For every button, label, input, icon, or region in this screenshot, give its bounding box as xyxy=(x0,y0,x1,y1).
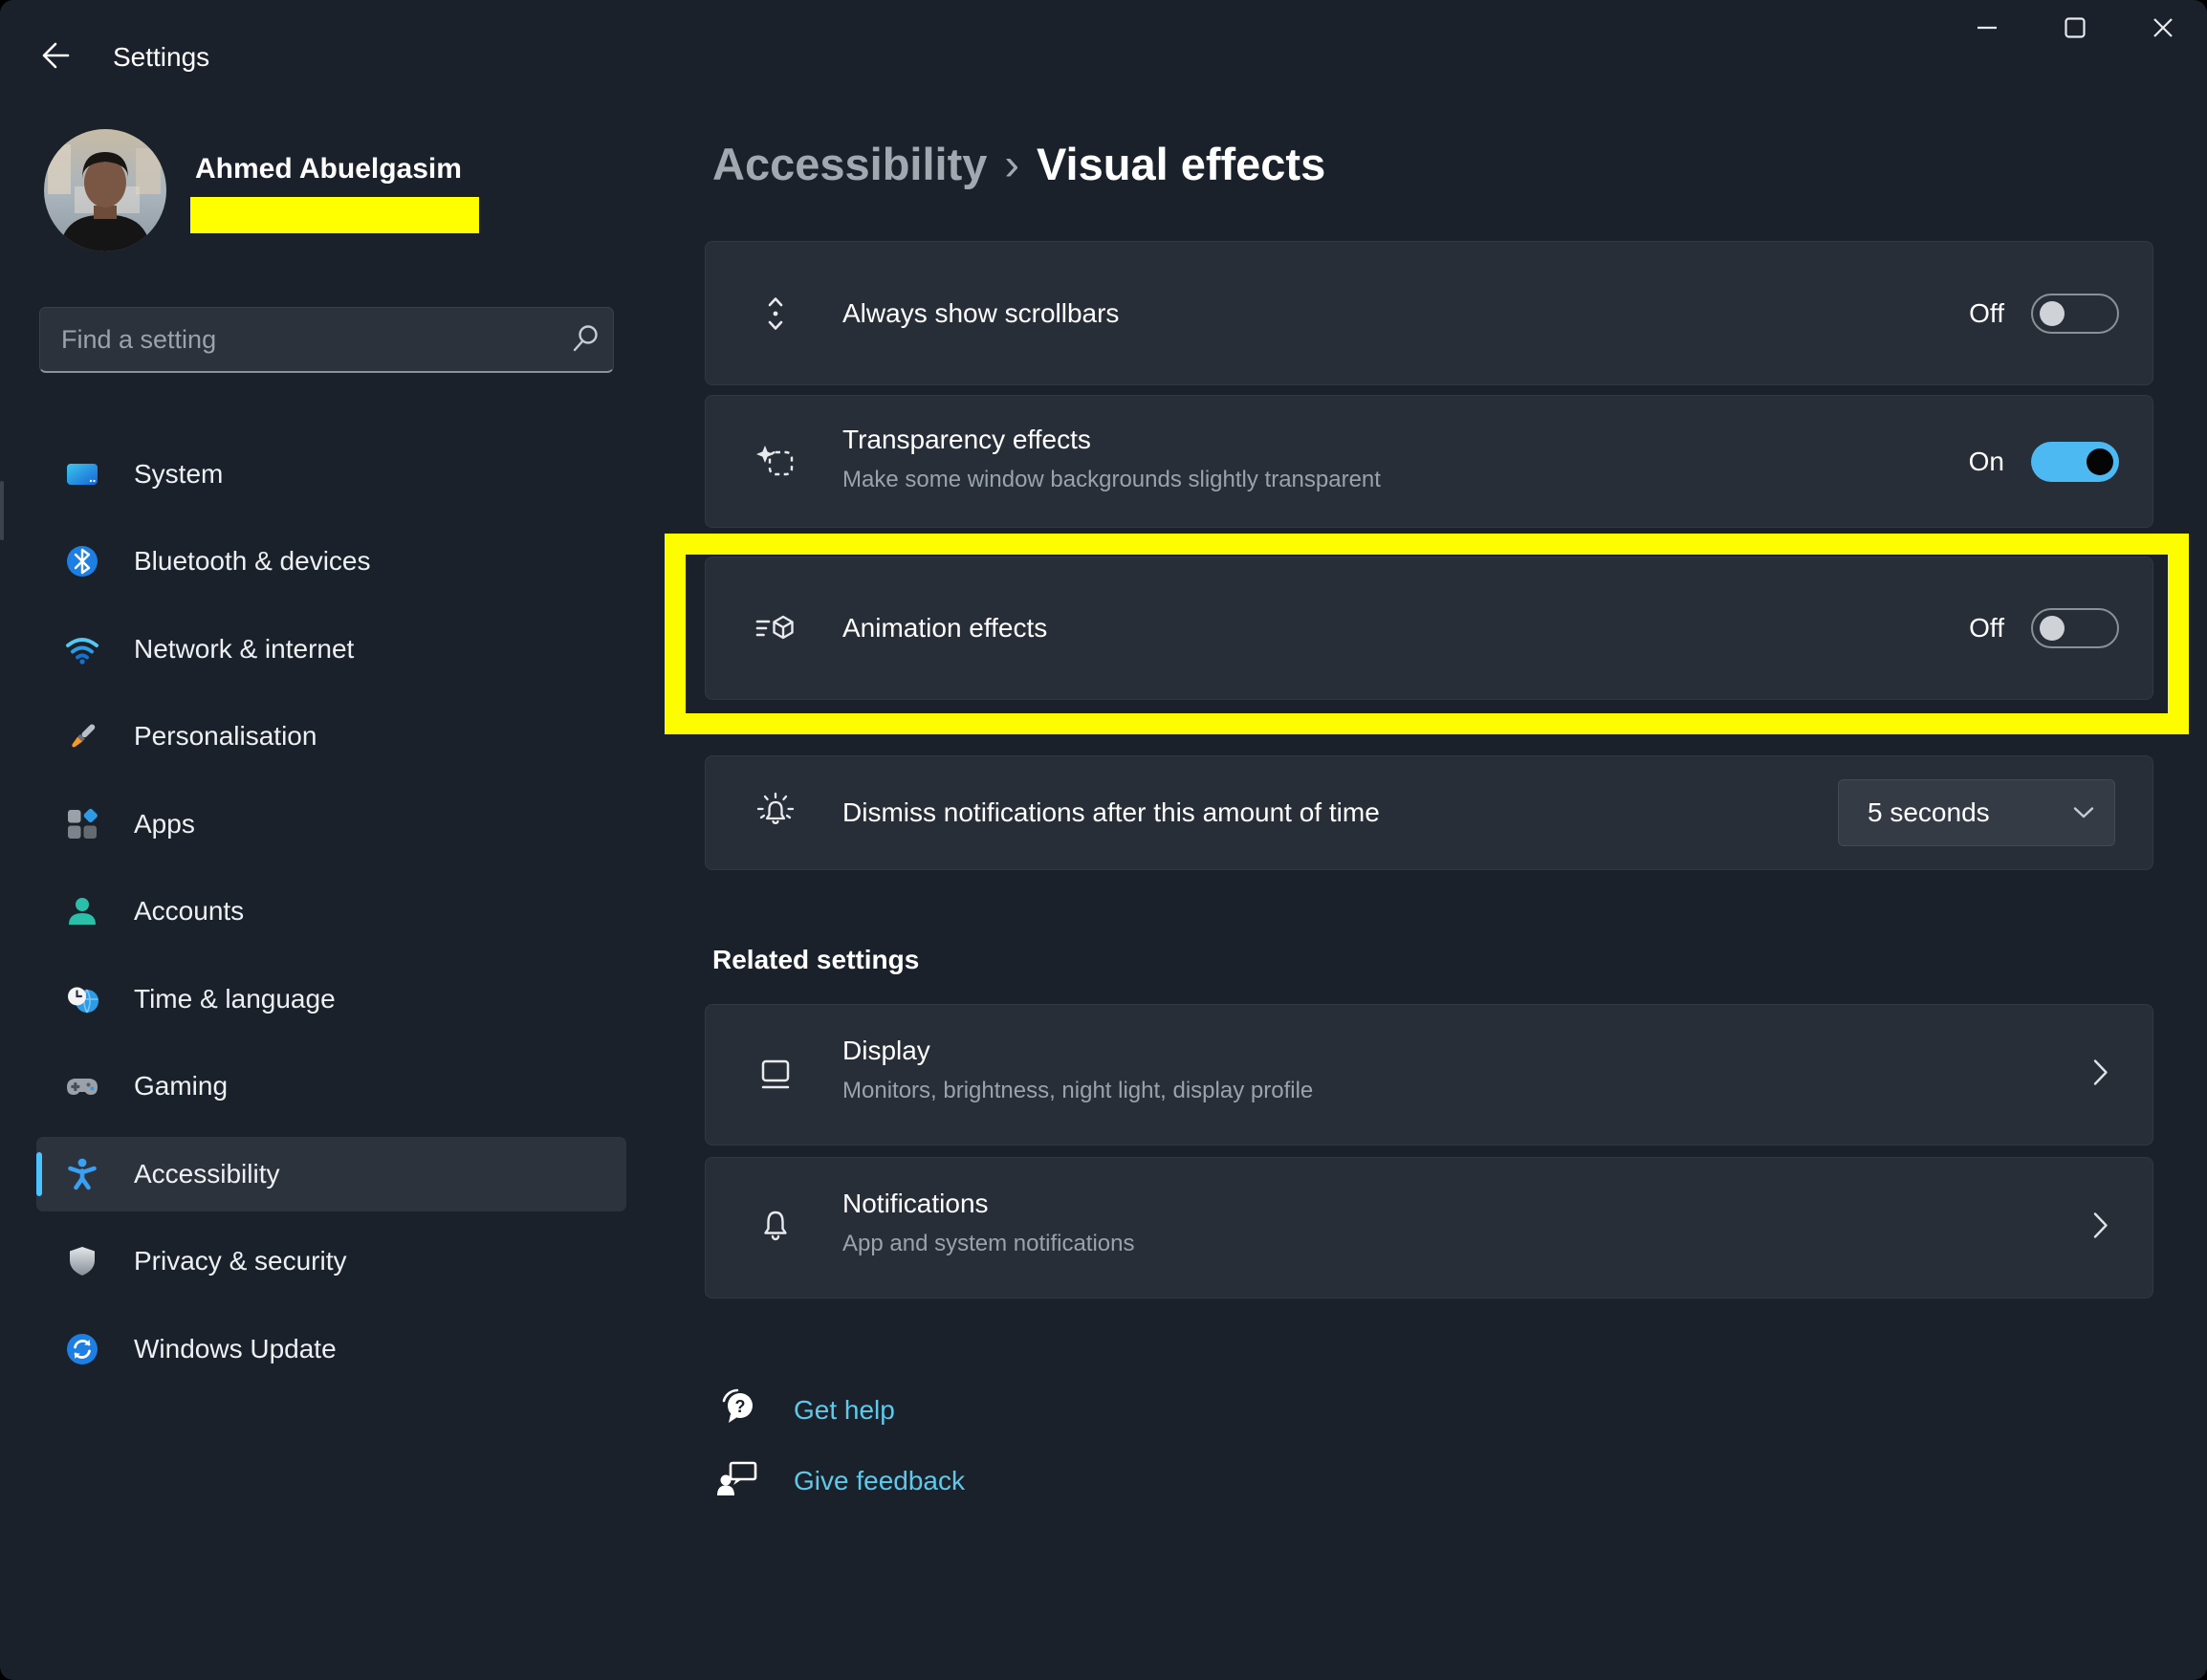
toggle-knob xyxy=(2040,300,2065,326)
wifi-icon xyxy=(65,632,99,666)
toggle-knob xyxy=(2087,447,2113,475)
page-title: Visual effects xyxy=(1037,139,1326,189)
give-feedback-link[interactable]: Give feedback xyxy=(715,1455,965,1506)
maximize-icon xyxy=(2063,15,2087,45)
setting-row-always-show-scrollbars: Always show scrollbars Off xyxy=(705,241,2153,385)
transparency-icon xyxy=(754,441,797,483)
give-feedback-icon xyxy=(715,1455,761,1506)
system-icon xyxy=(65,457,99,491)
window-controls xyxy=(1943,0,2207,63)
scrollbars-toggle[interactable] xyxy=(2031,293,2119,334)
close-icon xyxy=(2151,15,2175,45)
sidebar-item-label: Accessibility xyxy=(134,1159,280,1189)
svg-text:?: ? xyxy=(735,1397,746,1416)
setting-row-animation-effects: Animation effects Off xyxy=(705,556,2153,700)
windows-update-icon xyxy=(65,1332,99,1366)
setting-row-dismiss-notifications: Dismiss notifications after this amount … xyxy=(705,755,2153,870)
sidebar-item-label: Network & internet xyxy=(134,634,355,664)
related-card-display[interactable]: Display Monitors, brightness, night ligh… xyxy=(705,1004,2153,1145)
dismiss-duration-dropdown[interactable]: 5 seconds xyxy=(1838,779,2115,846)
related-settings-heading: Related settings xyxy=(712,945,920,974)
sidebar-item-apps[interactable]: Apps xyxy=(36,787,626,862)
shield-icon xyxy=(65,1244,99,1278)
give-feedback-label: Give feedback xyxy=(794,1465,965,1495)
time-language-icon xyxy=(65,982,99,1016)
sidebar-item-label: Time & language xyxy=(134,984,336,1014)
sidebar-item-accessibility[interactable]: Accessibility xyxy=(36,1137,626,1211)
sidebar-item-system[interactable]: System xyxy=(36,437,626,512)
back-arrow-icon xyxy=(38,38,73,77)
setting-title: Animation effects xyxy=(842,613,1048,643)
selected-accent-bar xyxy=(36,1152,42,1196)
related-item-title: Display xyxy=(842,1036,930,1065)
setting-title: Transparency effects xyxy=(842,425,1091,454)
get-help-label: Get help xyxy=(794,1394,895,1425)
breadcrumb-separator: › xyxy=(1004,139,1020,189)
setting-title: Dismiss notifications after this amount … xyxy=(842,797,1380,827)
chevron-right-icon xyxy=(2092,1211,2109,1245)
related-card-notifications[interactable]: Notifications App and system notificatio… xyxy=(705,1157,2153,1298)
transparency-toggle[interactable] xyxy=(2031,441,2119,482)
sidebar-item-network-internet[interactable]: Network & internet xyxy=(36,612,626,687)
user-name: Ahmed Abuelgasim xyxy=(195,153,462,185)
display-icon xyxy=(754,1054,797,1096)
toggle-state-label: On xyxy=(1968,446,2004,476)
toggle-state-label: Off xyxy=(1969,297,2004,328)
setting-title: Always show scrollbars xyxy=(842,297,1120,328)
minimize-button[interactable] xyxy=(1943,0,2031,59)
notification-timeout-icon xyxy=(754,792,797,834)
dropdown-selected-value: 5 seconds xyxy=(1868,797,1990,827)
sidebar-item-label: Windows Update xyxy=(134,1334,337,1364)
paintbrush-icon xyxy=(65,719,99,753)
sidebar-item-label: Apps xyxy=(134,809,195,839)
breadcrumb: Accessibility › Visual effects xyxy=(712,138,1325,190)
sidebar-item-label: Personalisation xyxy=(134,721,317,751)
related-item-subtitle: Monitors, brightness, night light, displ… xyxy=(842,1078,1314,1103)
chevron-down-icon xyxy=(2053,806,2114,819)
sidebar-scrollbar[interactable] xyxy=(0,481,4,540)
setting-subtitle: Make some window backgrounds slightly tr… xyxy=(842,467,1381,492)
avatar xyxy=(44,129,166,251)
toggle-knob xyxy=(2040,616,2065,641)
sidebar-item-windows-update[interactable]: Windows Update xyxy=(36,1312,626,1386)
gamepad-icon xyxy=(65,1069,99,1103)
sidebar-item-label: Privacy & security xyxy=(134,1246,347,1276)
sidebar-item-gaming[interactable]: Gaming xyxy=(36,1049,626,1124)
maximize-button[interactable] xyxy=(2031,0,2119,59)
sidebar-item-privacy-security[interactable]: Privacy & security xyxy=(36,1224,626,1298)
toggle-state-label: Off xyxy=(1969,613,2004,643)
sidebar-item-label: System xyxy=(134,459,224,489)
close-button[interactable] xyxy=(2119,0,2207,59)
breadcrumb-parent[interactable]: Accessibility xyxy=(712,139,987,189)
chevron-right-icon xyxy=(2092,1058,2109,1092)
bell-icon xyxy=(754,1207,797,1249)
accessibility-icon xyxy=(65,1157,99,1191)
get-help-link[interactable]: ? Get help xyxy=(715,1385,895,1435)
related-item-subtitle: App and system notifications xyxy=(842,1231,1135,1256)
search-box xyxy=(39,307,614,373)
setting-row-transparency-effects: Transparency effects Make some window ba… xyxy=(705,395,2153,528)
search-icon xyxy=(556,322,613,357)
apps-icon xyxy=(65,807,99,841)
bluetooth-icon xyxy=(65,544,99,578)
sidebar-item-label: Accounts xyxy=(134,896,245,926)
sidebar-item-bluetooth-devices[interactable]: Bluetooth & devices xyxy=(36,524,626,599)
related-item-title: Notifications xyxy=(842,1189,989,1218)
minimize-icon xyxy=(1975,15,1999,45)
sidebar-item-time-language[interactable]: Time & language xyxy=(36,962,626,1036)
settings-window: Settings Ahmed Abuelgasim Find a setting… xyxy=(0,0,2207,1680)
sidebar-item-accounts[interactable]: Accounts xyxy=(36,874,626,949)
animation-effects-icon xyxy=(754,607,797,649)
sidebar-item-label: Bluetooth & devices xyxy=(134,546,371,576)
get-help-icon: ? xyxy=(715,1385,761,1435)
search-input[interactable] xyxy=(40,324,556,355)
app-title: Settings xyxy=(113,42,210,72)
email-highlight-annotation xyxy=(190,197,479,233)
scrollbar-icon xyxy=(754,293,797,335)
animation-toggle[interactable] xyxy=(2031,608,2119,648)
sidebar-item-personalisation[interactable]: Personalisation xyxy=(36,699,626,774)
account-person-icon xyxy=(65,894,99,928)
back-button[interactable] xyxy=(34,36,76,78)
sidebar-item-label: Gaming xyxy=(134,1071,229,1101)
